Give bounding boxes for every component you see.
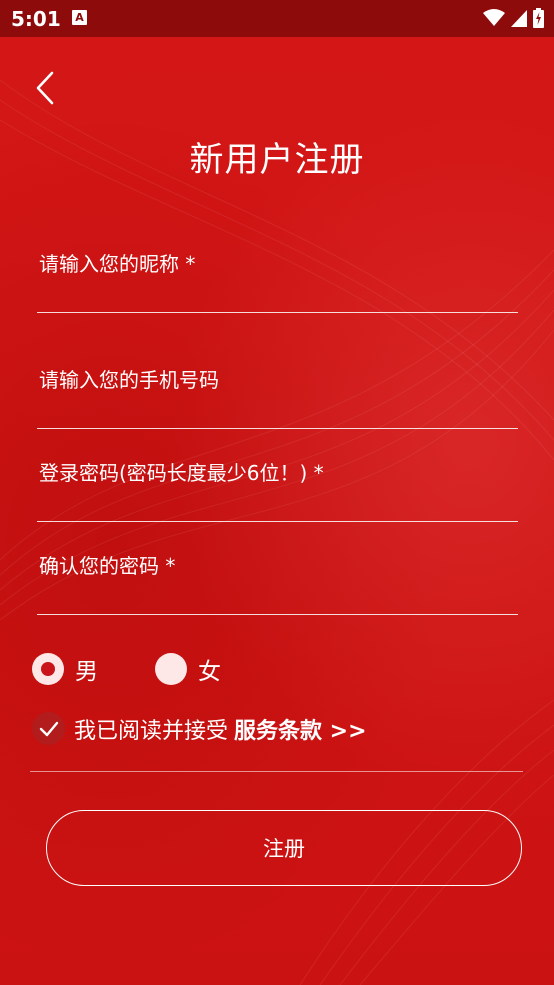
gender-selector: 男 女 (32, 652, 221, 686)
signal-icon (511, 9, 527, 27)
gender-male-radio[interactable] (32, 653, 64, 685)
status-bar: 5:01 A (0, 0, 554, 37)
system-icons (483, 8, 544, 28)
gender-male-label: 男 (75, 659, 98, 685)
back-button[interactable] (28, 68, 62, 108)
checkmark-icon (39, 721, 58, 736)
confirm-password-input[interactable] (37, 554, 520, 578)
agreement-row: 我已阅读并接受 服务条款 >> (32, 712, 367, 745)
password-input[interactable] (37, 461, 520, 485)
wifi-icon (483, 9, 505, 26)
terms-link[interactable]: 服务条款 >> (234, 713, 367, 745)
notification-icon: A (72, 10, 87, 25)
page-title: 新用户注册 (189, 140, 365, 180)
register-button[interactable]: 注册 (46, 810, 522, 886)
phone-field (37, 368, 520, 429)
status-time: 5:01 (11, 7, 61, 31)
chevron-left-icon (36, 71, 54, 105)
divider (30, 771, 523, 772)
nickname-input[interactable] (37, 252, 520, 276)
gender-female-label: 女 (198, 659, 221, 685)
gender-female-radio[interactable] (155, 653, 187, 685)
battery-icon (533, 8, 544, 28)
phone-input[interactable] (37, 368, 520, 392)
agreement-checkbox[interactable] (32, 712, 65, 745)
password-field (37, 461, 520, 522)
nickname-field (37, 252, 520, 313)
confirm-password-field (37, 554, 520, 615)
agreement-text: 我已阅读并接受 (74, 718, 229, 744)
radio-selected-dot (41, 662, 55, 676)
